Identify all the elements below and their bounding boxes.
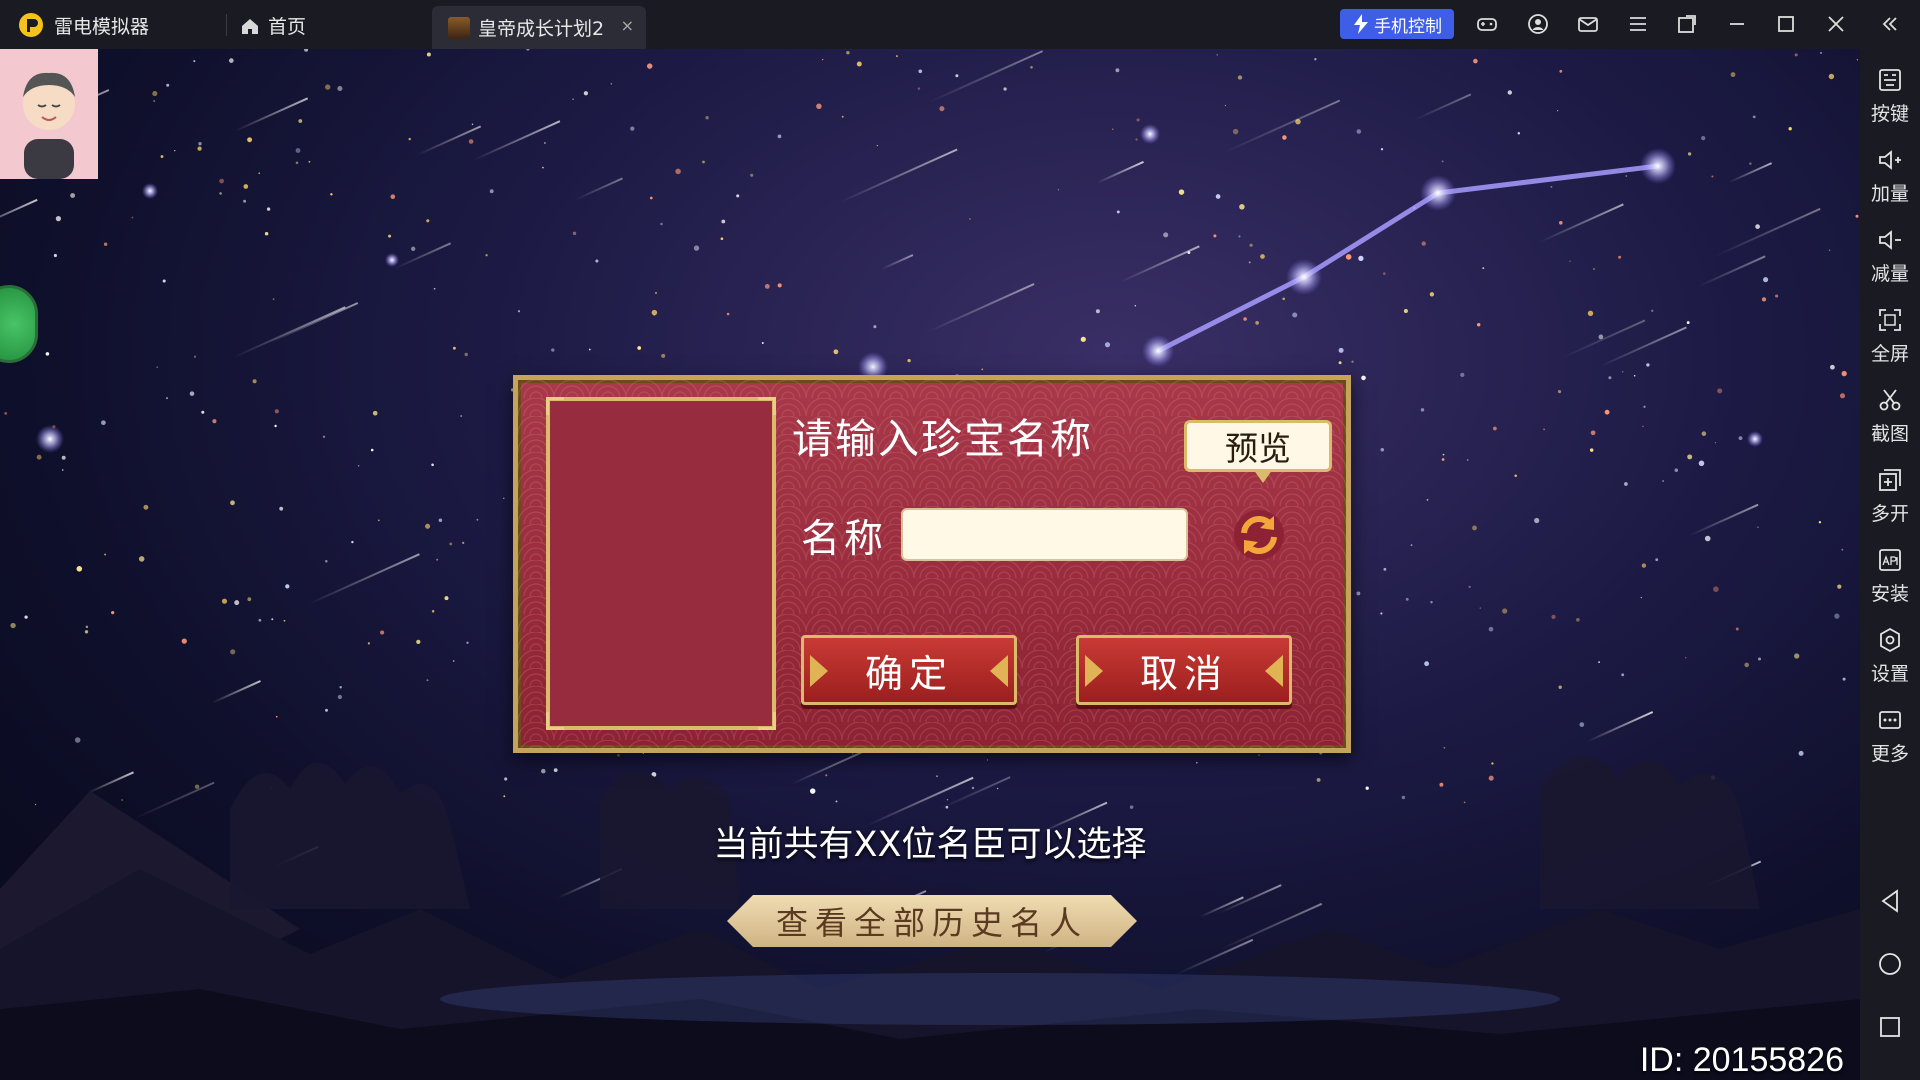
sidebar-item-keys[interactable]: 按键: [1860, 57, 1920, 133]
right-sidebar: 按键 加量 减量 全屏 截图 多开 安装 设置 更多: [1860, 49, 1920, 1080]
sidebar-item-volume-up[interactable]: 加量: [1860, 137, 1920, 213]
volume-down-icon: [1879, 230, 1901, 250]
multi-instance-icon: [1879, 469, 1901, 491]
close-icon[interactable]: [1824, 12, 1848, 36]
tab-divider: [226, 14, 227, 36]
treasure-name-dialog: 请输入珍宝名称 预览 名称 确定 取消: [513, 375, 1351, 753]
game-app-icon: [448, 16, 470, 39]
player-id-text: ID: 20155826: [1639, 1041, 1844, 1079]
sidebar-item-label: 安装: [1870, 583, 1909, 605]
phone-control-label: 手机控制: [1374, 16, 1442, 37]
tab-game-label: 皇帝成长计划2: [478, 18, 605, 40]
phone-control-button[interactable]: 手机控制: [1340, 9, 1454, 39]
ldplayer-logo-icon: [19, 13, 43, 37]
maximize-icon[interactable]: [1774, 12, 1798, 36]
sidebar-item-volume-down[interactable]: 减量: [1860, 217, 1920, 293]
name-label: 名称: [801, 517, 888, 562]
fullscreen-icon: [1879, 309, 1901, 331]
keyboard-icon: [1879, 69, 1901, 91]
sidebar-item-label: 设置: [1870, 663, 1909, 685]
scissors-icon: [1879, 389, 1901, 411]
mail-icon[interactable]: [1576, 12, 1600, 36]
refresh-icon[interactable]: [1232, 508, 1286, 562]
volume-up-icon: [1879, 150, 1901, 170]
sidebar-item-label: 截图: [1870, 423, 1909, 445]
account-icon[interactable]: [1526, 12, 1550, 36]
cancel-button[interactable]: 取消: [1076, 635, 1292, 705]
home-nav-icon[interactable]: [1877, 951, 1903, 977]
tab-close-icon[interactable]: ×: [621, 16, 634, 35]
constellation: [858, 148, 1676, 382]
recent-apps-icon[interactable]: [1877, 1014, 1903, 1040]
app-name: 雷电模拟器: [54, 16, 150, 38]
treasure-image-frame: [546, 397, 776, 730]
gear-icon: [1880, 627, 1900, 653]
sidebar-item-label: 减量: [1870, 263, 1909, 285]
sidebar-item-multi-instance[interactable]: 多开: [1860, 457, 1920, 533]
avatar[interactable]: [0, 49, 98, 179]
minimize-icon[interactable]: [1725, 12, 1749, 36]
view-history-figures-button[interactable]: 查看全部历史名人: [727, 895, 1137, 947]
lightning-icon: [1354, 14, 1368, 34]
minister-count-text: 当前共有XX位名臣可以选择: [713, 825, 1147, 865]
tab-home[interactable]: 首页: [240, 12, 306, 39]
sidebar-item-label: 加量: [1870, 183, 1909, 205]
treasure-name-input[interactable]: [901, 508, 1188, 561]
gamepad-icon[interactable]: [1475, 12, 1499, 36]
confirm-button[interactable]: 确定: [801, 635, 1017, 705]
game-viewport[interactable]: 请输入珍宝名称 预览 名称 确定 取消 当前共有XX位名臣可以选择 查看全部历史…: [0, 49, 1860, 1080]
sidebar-item-settings[interactable]: 设置: [1860, 617, 1920, 693]
collapse-sidebar-icon[interactable]: [1878, 12, 1902, 36]
sidebar-item-install[interactable]: 安装: [1860, 537, 1920, 613]
title-bar: 雷电模拟器 首页 皇帝成长计划2 × 手机控制: [0, 0, 1920, 49]
sidebar-item-label: 按键: [1870, 103, 1909, 125]
dialog-title: 请输入珍宝名称: [792, 415, 1093, 463]
restore-window-icon[interactable]: [1675, 12, 1699, 36]
sidebar-item-fullscreen[interactable]: 全屏: [1860, 297, 1920, 373]
preview-button[interactable]: 预览: [1184, 420, 1332, 483]
more-icon: [1879, 711, 1901, 729]
back-icon[interactable]: [1877, 888, 1903, 914]
sidebar-item-label: 多开: [1870, 503, 1909, 525]
sidebar-item-screenshot[interactable]: 截图: [1860, 377, 1920, 453]
sidebar-item-more[interactable]: 更多: [1860, 697, 1920, 773]
sidebar-item-label: 全屏: [1870, 343, 1909, 365]
tab-home-label: 首页: [268, 16, 307, 38]
tab-game[interactable]: 皇帝成长计划2 ×: [432, 6, 646, 49]
menu-icon[interactable]: [1626, 12, 1650, 36]
home-icon: [242, 18, 258, 34]
apk-icon: [1879, 549, 1901, 571]
sidebar-item-label: 更多: [1870, 743, 1909, 765]
